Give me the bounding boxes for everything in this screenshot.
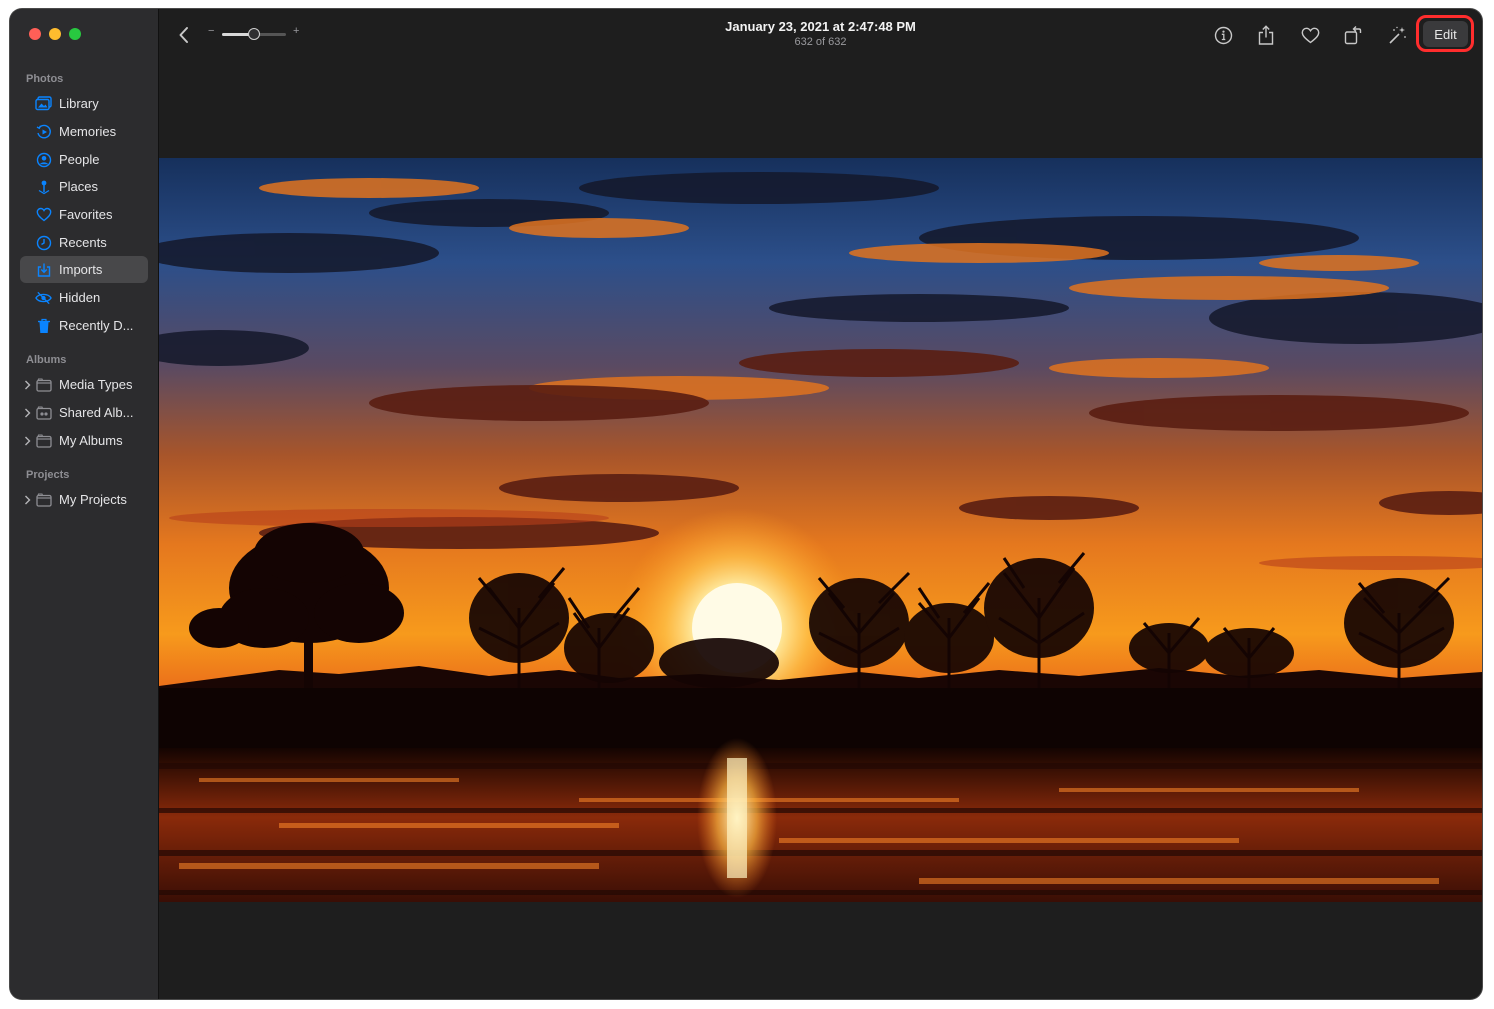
minimize-window-button[interactable] <box>49 28 61 40</box>
sidebar-item-label: My Albums <box>59 433 123 448</box>
library-icon <box>35 95 52 112</box>
eye-slash-icon <box>35 289 52 306</box>
sidebar-item-library[interactable]: Library <box>20 90 148 117</box>
sidebar: Photos Library Memories People Places Fa… <box>10 9 159 999</box>
chevron-right-icon[interactable] <box>24 495 35 505</box>
sidebar-item-shared-albums[interactable]: Shared Alb... <box>20 399 148 426</box>
section-title-projects: Projects <box>26 469 70 481</box>
photo-date-title: January 23, 2021 at 2:47:48 PM <box>725 19 916 34</box>
sidebar-item-label: Media Types <box>59 377 133 392</box>
photo-viewer[interactable] <box>159 158 1482 902</box>
info-icon[interactable] <box>1212 24 1234 46</box>
heart-icon <box>35 206 52 223</box>
folder-icon <box>35 432 52 449</box>
sidebar-item-label: People <box>59 152 100 167</box>
toolbar: − + January 23, 2021 at 2:47:48 PM 632 o… <box>159 9 1482 61</box>
sidebar-item-label: My Projects <box>59 492 127 507</box>
import-icon <box>35 261 52 278</box>
close-window-button[interactable] <box>29 28 41 40</box>
heart-icon[interactable] <box>1299 24 1321 46</box>
places-icon <box>35 178 52 195</box>
sidebar-item-label: Recents <box>59 235 107 250</box>
folder-icon <box>35 376 52 393</box>
sidebar-item-label: Hidden <box>59 290 101 305</box>
folder-icon <box>35 491 52 508</box>
people-icon <box>35 151 52 168</box>
magic-wand-icon[interactable] <box>1387 24 1409 46</box>
sidebar-item-people[interactable]: People <box>20 146 148 173</box>
sidebar-item-media-types[interactable]: Media Types <box>20 371 148 398</box>
shared-folder-icon <box>35 404 52 421</box>
sidebar-item-memories[interactable]: Memories <box>20 118 148 145</box>
rotate-icon[interactable] <box>1342 24 1364 46</box>
sidebar-item-places[interactable]: Places <box>20 173 148 200</box>
sidebar-item-label: Recently D... <box>59 318 134 333</box>
sidebar-item-hidden[interactable]: Hidden <box>20 284 148 311</box>
sidebar-item-my-projects[interactable]: My Projects <box>20 486 148 513</box>
sidebar-item-label: Favorites <box>59 207 113 222</box>
sidebar-item-label: Places <box>59 179 99 194</box>
sunset-photo <box>159 158 1482 902</box>
photos-window: Photos Library Memories People Places Fa… <box>10 9 1482 999</box>
chevron-right-icon[interactable] <box>24 436 35 446</box>
sidebar-item-recently-deleted[interactable]: Recently D... <box>20 312 148 339</box>
share-icon[interactable] <box>1255 24 1277 46</box>
sidebar-item-imports[interactable]: Imports <box>20 256 148 283</box>
photo-count: 632 of 632 <box>794 36 847 48</box>
traffic-lights <box>29 28 81 40</box>
sidebar-item-label: Library <box>59 96 99 111</box>
sidebar-item-label: Imports <box>59 262 103 277</box>
sidebar-item-label: Shared Alb... <box>59 405 134 420</box>
chevron-right-icon[interactable] <box>24 380 35 390</box>
section-title-photos: Photos <box>26 73 64 85</box>
sidebar-item-recents[interactable]: Recents <box>20 229 148 256</box>
chevron-right-icon[interactable] <box>24 408 35 418</box>
sidebar-item-label: Memories <box>59 124 117 139</box>
sidebar-item-favorites[interactable]: Favorites <box>20 201 148 228</box>
clock-icon <box>35 234 52 251</box>
zoom-window-button[interactable] <box>69 28 81 40</box>
section-title-albums: Albums <box>26 354 67 366</box>
trash-icon <box>35 317 52 334</box>
sidebar-item-my-albums[interactable]: My Albums <box>20 427 148 454</box>
memories-icon <box>35 123 52 140</box>
edit-button[interactable]: Edit <box>1423 21 1468 47</box>
photo-title-block: January 23, 2021 at 2:47:48 PM 632 of 63… <box>159 18 1482 49</box>
